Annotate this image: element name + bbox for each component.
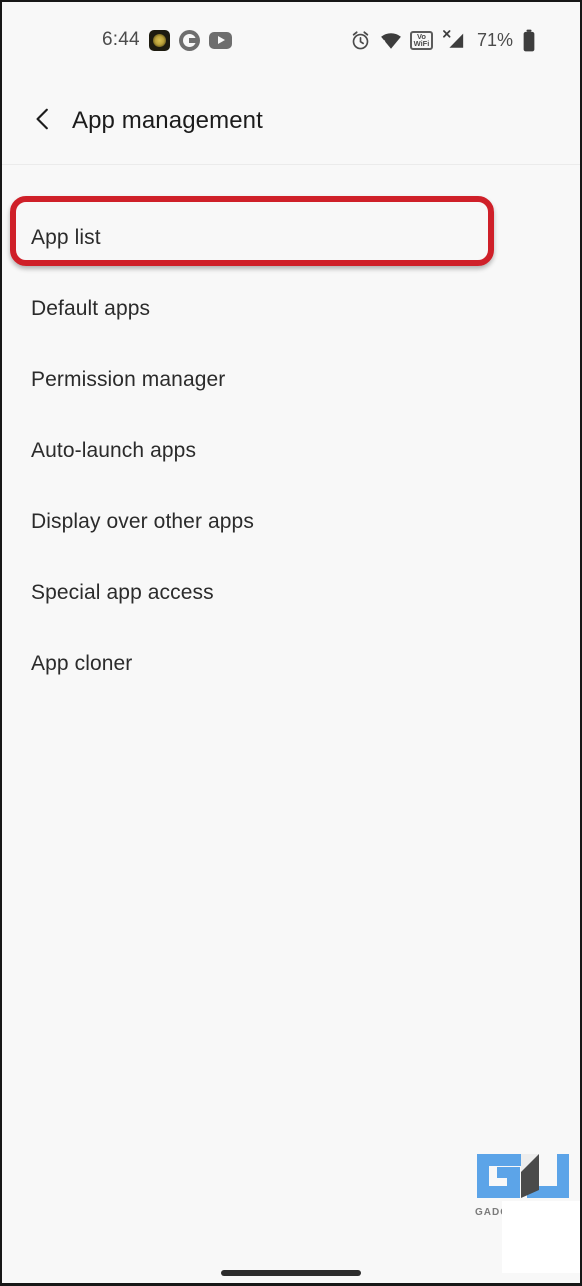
list-item-display-over-other-apps[interactable]: Display over other apps (2, 486, 580, 557)
app-badge-icon (148, 29, 170, 51)
back-button[interactable] (28, 106, 58, 136)
app-bar: App management (2, 78, 580, 165)
list-item-app-cloner[interactable]: App cloner (2, 628, 580, 699)
gadgets-to-use-logo-icon (477, 1154, 569, 1198)
status-bar-right: Vo WiFi 71% (350, 29, 536, 52)
cellular-signal-x-icon (442, 29, 466, 51)
phone-screen: 6:44 Vo WiFi 71% App management App list… (0, 0, 582, 1286)
battery-icon (522, 29, 536, 52)
vowifi-bottom-label: WiFi (413, 39, 430, 48)
vowifi-icon: Vo WiFi (409, 30, 433, 50)
battery-percentage-label: 71% (476, 29, 513, 50)
list-item-default-apps[interactable]: Default apps (2, 273, 580, 344)
status-bar-left: 6:44 (102, 29, 232, 51)
list-item-app-list[interactable]: App list (2, 202, 580, 273)
alarm-icon (350, 30, 371, 51)
list-item-special-app-access[interactable]: Special app access (2, 557, 580, 628)
status-bar-clock: 6:44 (102, 29, 140, 50)
list-item-permission-manager[interactable]: Permission manager (2, 344, 580, 415)
settings-list: App list Default apps Permission manager… (2, 166, 580, 1283)
watermark-cover-rect (502, 1201, 580, 1273)
gesture-home-bar[interactable] (221, 1270, 361, 1276)
youtube-icon (208, 31, 232, 49)
status-bar: 6:44 Vo WiFi 71% (2, 2, 580, 78)
list-item-auto-launch-apps[interactable]: Auto-launch apps (2, 415, 580, 486)
wifi-icon (380, 30, 401, 51)
google-icon (178, 29, 200, 51)
page-title: App management (72, 107, 263, 134)
chevron-left-icon (30, 106, 56, 137)
